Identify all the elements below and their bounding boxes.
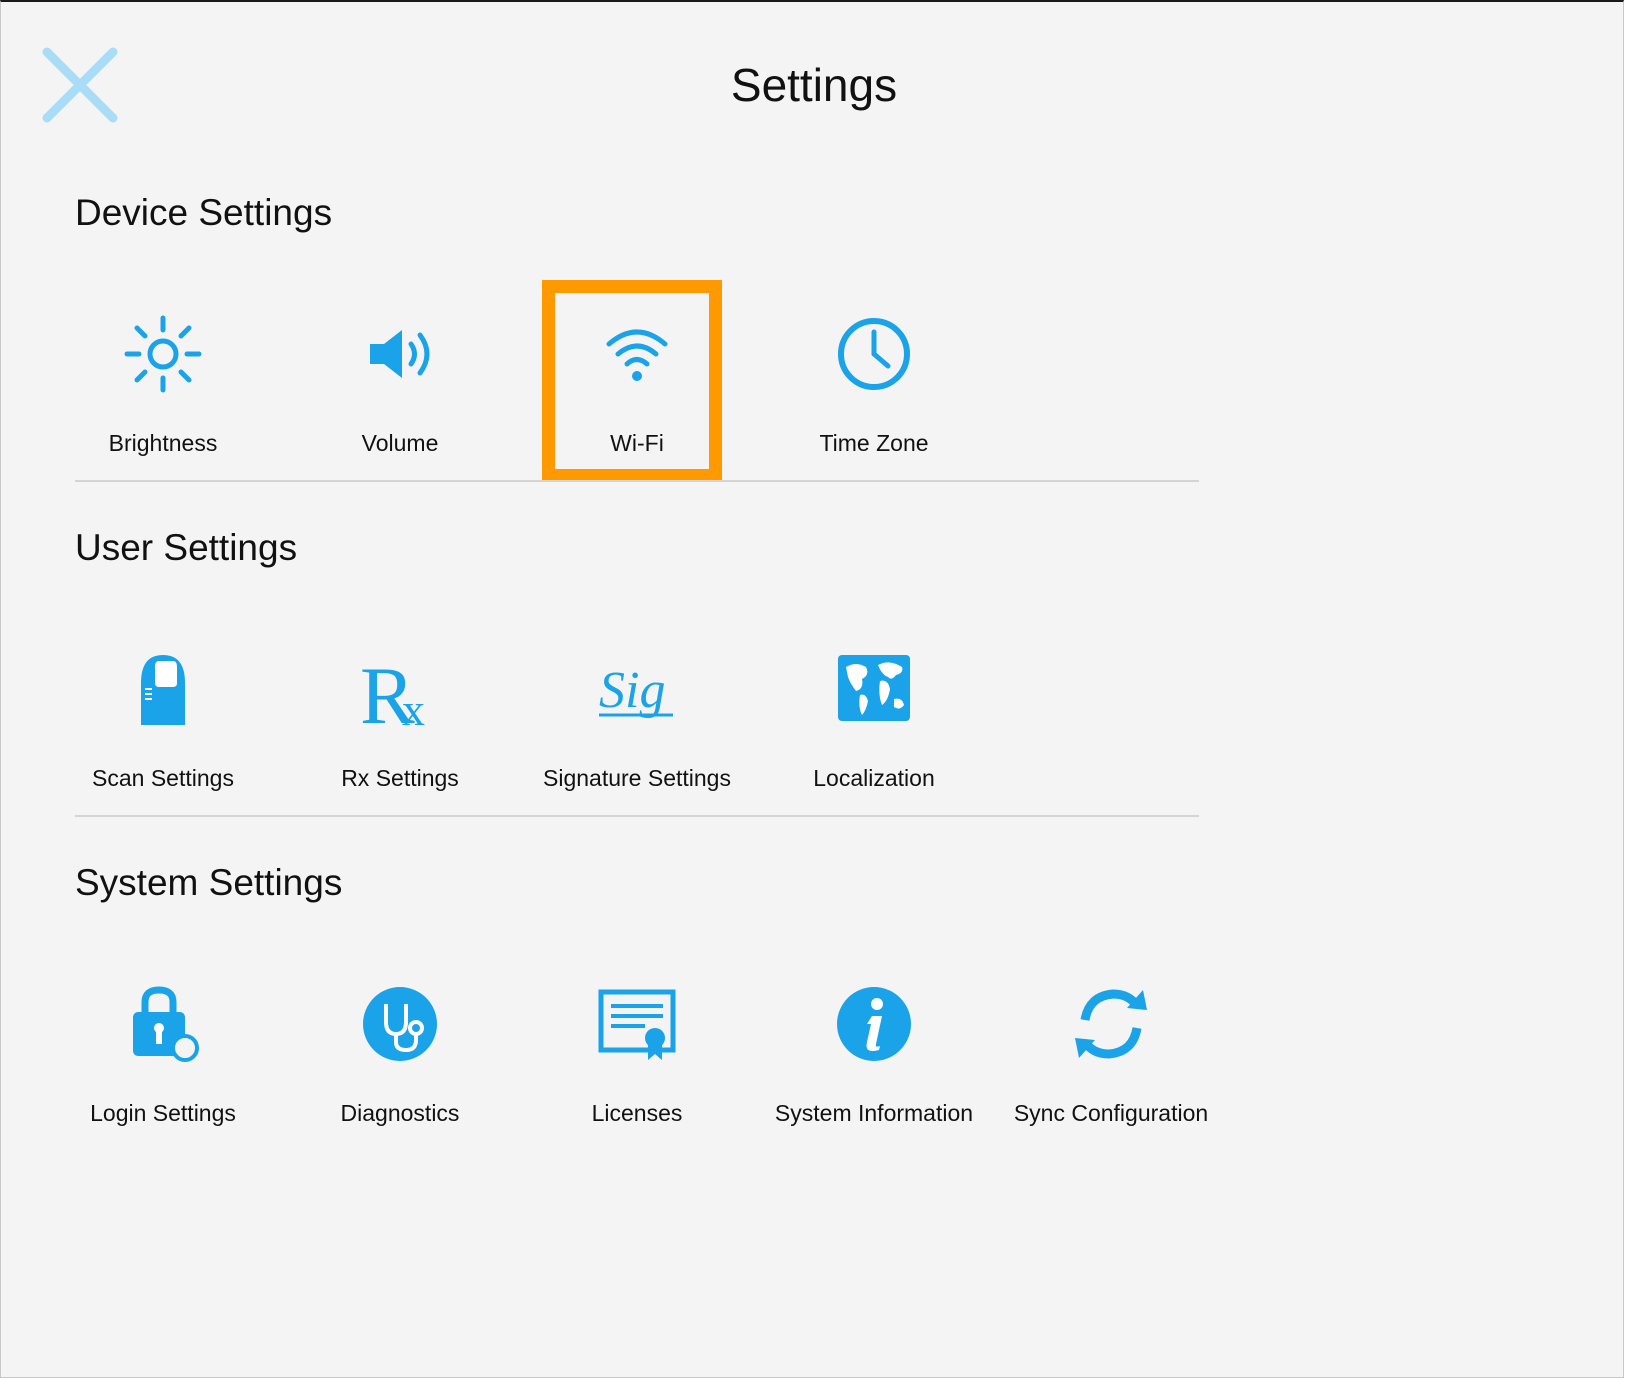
tile-label: Wi-Fi (610, 430, 664, 456)
tile-rx-settings[interactable]: R x Rx Settings (294, 627, 506, 807)
tile-label: Licenses (591, 1100, 683, 1126)
signature-icon: Sig (597, 649, 677, 729)
tile-label: Volume (361, 430, 439, 456)
sync-icon (1071, 984, 1151, 1064)
tile-sync-configuration[interactable]: Sync Configuration (1005, 962, 1217, 1142)
stethoscope-icon (360, 984, 440, 1064)
section-title-device: Device Settings (75, 192, 333, 233)
certificate-icon (597, 984, 677, 1064)
tile-label: Signature Settings (543, 765, 731, 791)
tile-label: Time Zone (819, 430, 929, 456)
svg-text:x: x (402, 684, 425, 729)
tile-label: Login Settings (90, 1100, 236, 1126)
tile-signature-settings[interactable]: Sig Signature Settings (531, 627, 743, 807)
tile-label: Scan Settings (92, 765, 234, 791)
tile-label: Rx Settings (341, 765, 459, 791)
rx-icon: R x (360, 649, 440, 729)
tile-label: Brightness (108, 430, 218, 456)
tile-brightness[interactable]: Brightness (57, 292, 269, 472)
world-map-icon (834, 649, 914, 729)
page-title: Settings (730, 59, 898, 111)
tile-wifi[interactable]: Wi-Fi (531, 292, 743, 472)
tile-label: Sync Configuration (1013, 1100, 1209, 1126)
settings-window: Settings Device Settings Brightness Volu… (0, 0, 1624, 1378)
tile-scan-settings[interactable]: Scan Settings (57, 627, 269, 807)
info-icon (834, 984, 914, 1064)
tile-label: Localization (813, 765, 935, 791)
svg-text:Sig: Sig (599, 662, 665, 719)
tile-licenses[interactable]: Licenses (531, 962, 743, 1142)
brightness-icon (123, 314, 203, 394)
wifi-icon (597, 314, 677, 394)
tile-volume[interactable]: Volume (294, 292, 506, 472)
tile-localization[interactable]: Localization (768, 627, 980, 807)
section-title-user: User Settings (75, 527, 298, 568)
tile-label: Diagnostics (340, 1100, 460, 1126)
divider (75, 815, 1199, 817)
tile-diagnostics[interactable]: Diagnostics (294, 962, 506, 1142)
fingerprint-scan-icon (123, 649, 203, 729)
volume-icon (360, 314, 440, 394)
tile-time-zone[interactable]: Time Zone (768, 292, 980, 472)
section-title-system: System Settings (75, 862, 343, 903)
lock-icon (123, 984, 203, 1064)
clock-icon (834, 314, 914, 394)
divider (75, 480, 1199, 482)
tile-login-settings[interactable]: Login Settings (57, 962, 269, 1142)
tile-system-information[interactable]: System Information (768, 962, 980, 1142)
tile-label: System Information (774, 1100, 974, 1126)
